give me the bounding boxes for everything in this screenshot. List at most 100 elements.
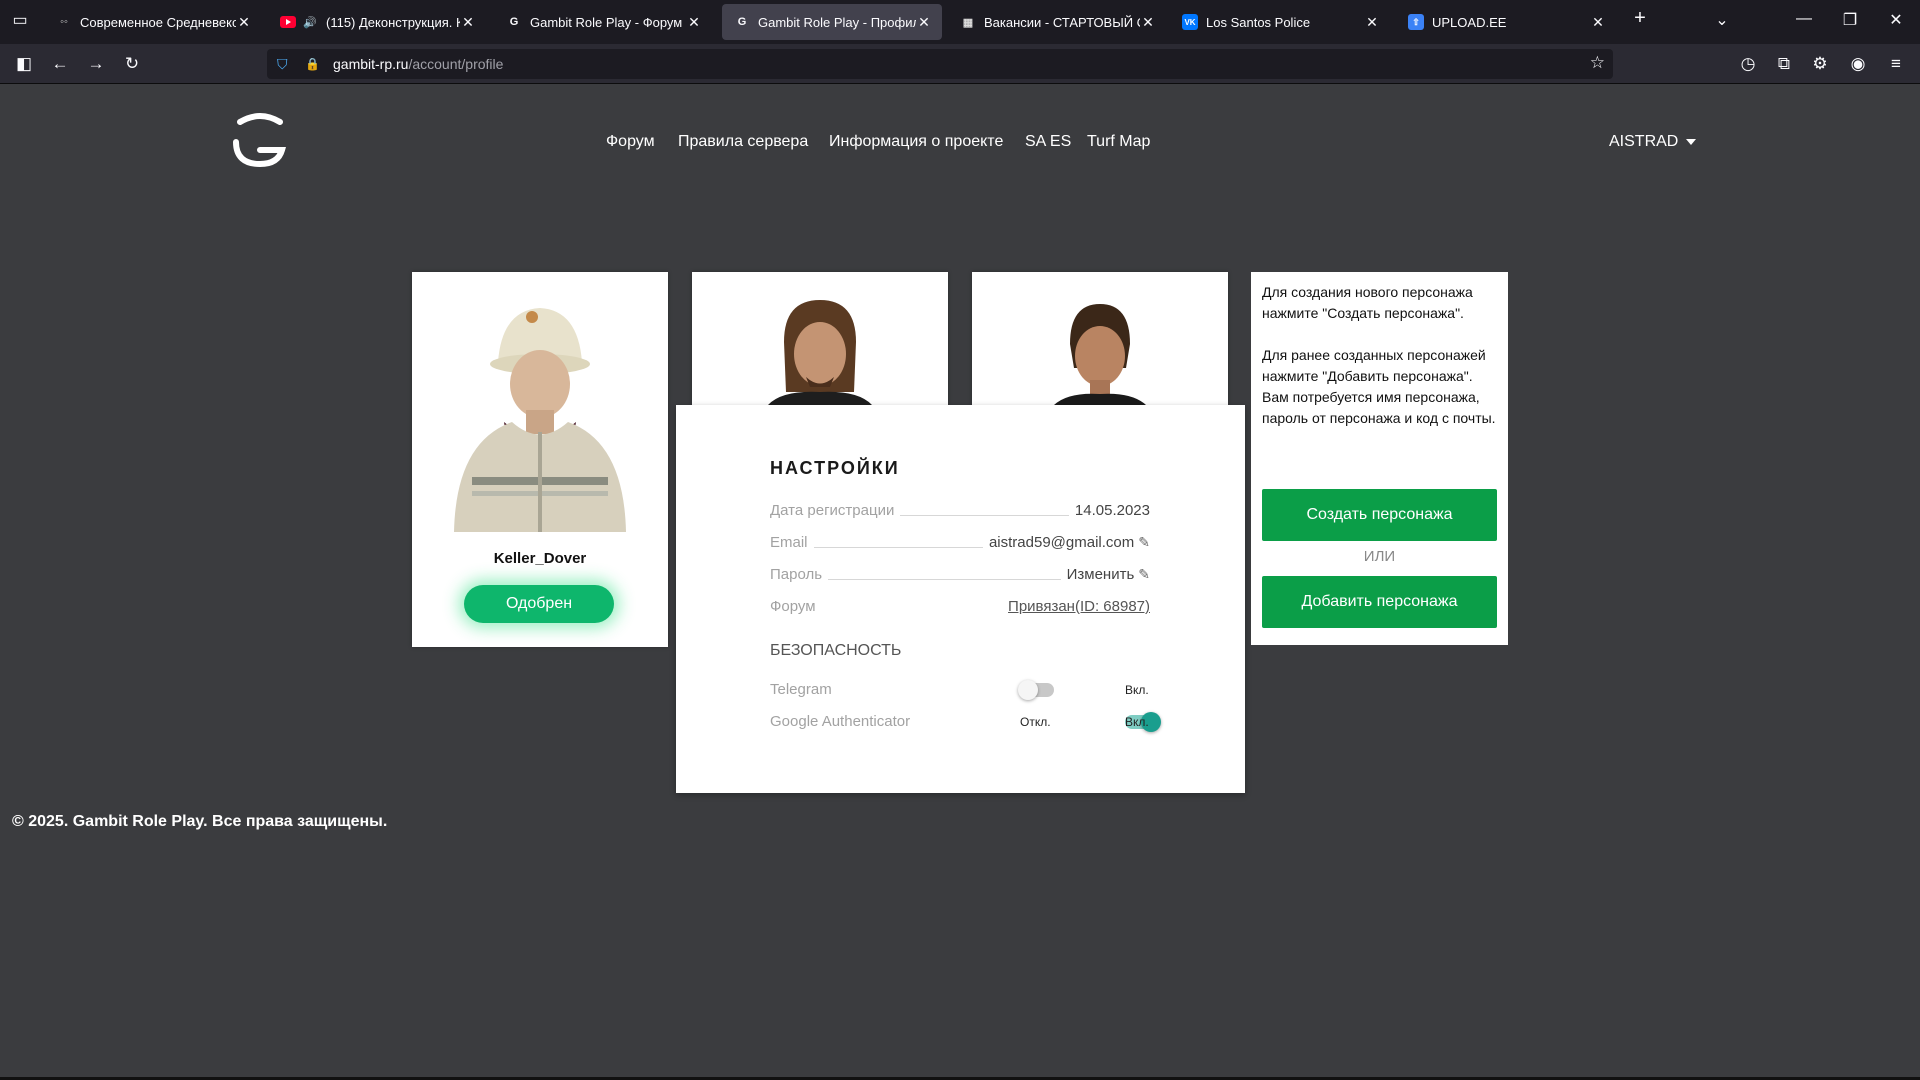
settings-panel: НАСТРОЙКИ Дата регистрации 14.05.2023 Em… — [676, 405, 1245, 793]
shield-icon[interactable]: ⛉ — [277, 56, 293, 73]
settings-title: НАСТРОЙКИ — [770, 458, 900, 478]
vk-icon: VK — [1182, 14, 1198, 30]
forum-linked-link[interactable]: Привязан(ID: 68987) — [1008, 598, 1150, 615]
nav-forum[interactable]: Форум — [606, 133, 655, 151]
character-name: Keller_Dover — [493, 550, 587, 567]
add-info-text: Для ранее созданных персонажей нажмите "… — [1262, 347, 1496, 426]
character-card-2[interactable] — [692, 272, 948, 405]
user-menu[interactable]: AISTRAD — [1609, 133, 1697, 151]
change-password-link[interactable]: Изменить — [1067, 566, 1135, 583]
telegram-toggle-row: Telegram Откл. Вкл. — [770, 679, 1150, 701]
create-character-button[interactable]: Создать персонажа — [1262, 489, 1497, 541]
reload-icon[interactable]: ↻ — [120, 52, 144, 76]
close-icon[interactable]: ✕ — [916, 14, 932, 31]
history-icon[interactable]: ◷ — [1736, 52, 1760, 76]
character-avatar-3 — [1054, 304, 1146, 405]
footer-copyright: © 2025. Gambit Role Play. Все права защи… — [12, 813, 388, 830]
tab-6[interactable]: VK Los Santos Police ✕ — [1170, 4, 1390, 40]
password-row: Пароль Изменить ✎ — [770, 563, 1150, 583]
character-info-panel: Для создания нового персонажа нажмите "С… — [1251, 272, 1508, 645]
close-icon[interactable]: ✕ — [236, 14, 252, 31]
row-divider — [813, 547, 983, 548]
tab-3[interactable]: G Gambit Role Play - Форум ✕ — [494, 4, 712, 40]
create-info-text: Для создания нового персонажа нажмите "С… — [1262, 284, 1473, 321]
browser-tab-bar: ▭ ◦◦ Современное Средневековье ✕ 🔊 (115)… — [0, 0, 1920, 44]
close-icon[interactable]: ✕ — [1590, 14, 1606, 31]
nav-rules[interactable]: Правила сервера — [678, 133, 808, 151]
row-divider — [900, 515, 1069, 516]
off-label: Откл. — [1020, 715, 1051, 729]
tab-5[interactable]: ▦ Вакансии - СТАРТОВЫЙ СОСТАВ ✕ — [948, 4, 1166, 40]
gambit-icon: G — [509, 16, 519, 28]
browser-nav-bar: ◧ ← → ↻ ⛉ 🔒 gambit-rp.ru/account/profile… — [0, 44, 1920, 84]
tab-title: Современное Средневековье — [80, 14, 236, 30]
close-icon[interactable]: ✕ — [686, 14, 702, 31]
character-card-main[interactable]: Keller_Dover Одобрен — [412, 272, 668, 647]
speaker-icon[interactable]: 🔊 — [302, 14, 318, 30]
email-row: Email aistrad59@gmail.com ✎ — [770, 531, 1150, 551]
url-text[interactable]: gambit-rp.ru/account/profile — [333, 56, 503, 72]
address-bar[interactable]: ⛉ 🔒 gambit-rp.ru/account/profile ☆ — [267, 49, 1613, 79]
tab-list-chevron-icon[interactable]: ⌄ — [1710, 10, 1734, 30]
toggle-knob — [1018, 680, 1038, 700]
settings-gear-icon[interactable]: ⚙ — [1808, 52, 1832, 76]
tab-title: Los Santos Police — [1206, 14, 1311, 30]
tab-4-active[interactable]: G Gambit Role Play - Профиль UC ✕ — [722, 4, 942, 40]
restore-icon[interactable]: ❐ — [1838, 10, 1862, 30]
minimize-icon[interactable]: — — [1792, 10, 1816, 28]
upload-icon: ⇧ — [1408, 14, 1424, 30]
forum-label: Форум — [770, 598, 816, 615]
status-approved-button[interactable]: Одобрен — [464, 585, 614, 623]
window-close-icon[interactable]: ✕ — [1884, 10, 1908, 30]
nav-turf-map[interactable]: Turf Map — [1087, 133, 1150, 151]
account-icon[interactable]: ◉ — [1846, 52, 1870, 76]
email-value: aistrad59@gmail.com — [988, 534, 1135, 551]
tab-7[interactable]: ⇧ UPLOAD.EE ✕ — [1396, 4, 1616, 40]
close-icon[interactable]: ✕ — [1140, 14, 1156, 31]
registration-date-label: Дата регистрации — [770, 502, 895, 519]
on-label: Вкл. — [1125, 683, 1149, 697]
nav-project-info[interactable]: Информация о проекте — [829, 133, 1003, 151]
username[interactable]: AISTRAD — [1609, 133, 1678, 150]
character-avatar-2 — [768, 300, 872, 405]
close-icon[interactable]: ✕ — [1364, 14, 1380, 31]
close-icon[interactable]: ✕ — [460, 14, 476, 31]
telegram-label: Telegram — [770, 681, 832, 698]
on-label: Вкл. — [1125, 715, 1149, 729]
forum-icon: ▦ — [962, 16, 974, 29]
menu-hamburger-icon[interactable]: ≡ — [1884, 52, 1908, 76]
registration-date-row: Дата регистрации 14.05.2023 — [770, 499, 1150, 519]
sidebar-toggle-icon[interactable]: ◧ — [12, 52, 36, 76]
tab-2[interactable]: 🔊 (115) Деконструкция. Клим ✕ — [268, 4, 486, 40]
tab-title: (115) Деконструкция. Клим — [326, 14, 460, 30]
bookmark-star-icon[interactable]: ☆ — [1590, 53, 1605, 73]
security-title: БЕЗОПАСНОСТЬ — [770, 642, 902, 659]
email-label: Email — [770, 534, 808, 551]
tab-title: Вакансии - СТАРТОВЫЙ СОСТАВ — [984, 14, 1140, 30]
youtube-icon — [280, 14, 296, 30]
tab-1[interactable]: ◦◦ Современное Средневековье ✕ — [44, 4, 262, 40]
tab-title: Gambit Role Play - Профиль UC — [758, 14, 916, 30]
tab-overview-icon[interactable]: ▭ — [8, 10, 32, 30]
tab-title: Gambit Role Play - Форум — [530, 14, 683, 30]
caret-down-icon[interactable] — [1686, 138, 1697, 145]
password-label: Пароль — [770, 566, 823, 583]
tab-title: UPLOAD.EE — [1432, 14, 1507, 30]
or-separator: ИЛИ — [1363, 548, 1396, 565]
add-character-button[interactable]: Добавить персонажа — [1262, 576, 1497, 628]
new-tab-icon[interactable]: + — [1628, 7, 1652, 30]
lock-icon[interactable]: 🔒 — [305, 57, 320, 71]
extensions-icon[interactable]: ⧉ — [1772, 52, 1796, 76]
nav-sa-es[interactable]: SA ES — [1025, 133, 1071, 151]
forward-arrow-icon[interactable]: → — [84, 52, 108, 76]
character-card-3[interactable] — [972, 272, 1228, 405]
registration-date-value: 14.05.2023 — [1074, 502, 1150, 519]
telegram-toggle[interactable] — [1018, 680, 1054, 700]
edit-email-pencil-icon[interactable]: ✎ — [1138, 534, 1150, 551]
back-arrow-icon[interactable]: ← — [48, 52, 72, 76]
edit-password-pencil-icon[interactable]: ✎ — [1138, 566, 1150, 583]
google-authenticator-label: Google Authenticator — [770, 713, 911, 730]
gambit-icon: G — [737, 16, 747, 28]
google-auth-toggle-row: Google Authenticator Откл. Вкл. — [770, 711, 1161, 733]
character-avatar-keller — [454, 308, 626, 532]
